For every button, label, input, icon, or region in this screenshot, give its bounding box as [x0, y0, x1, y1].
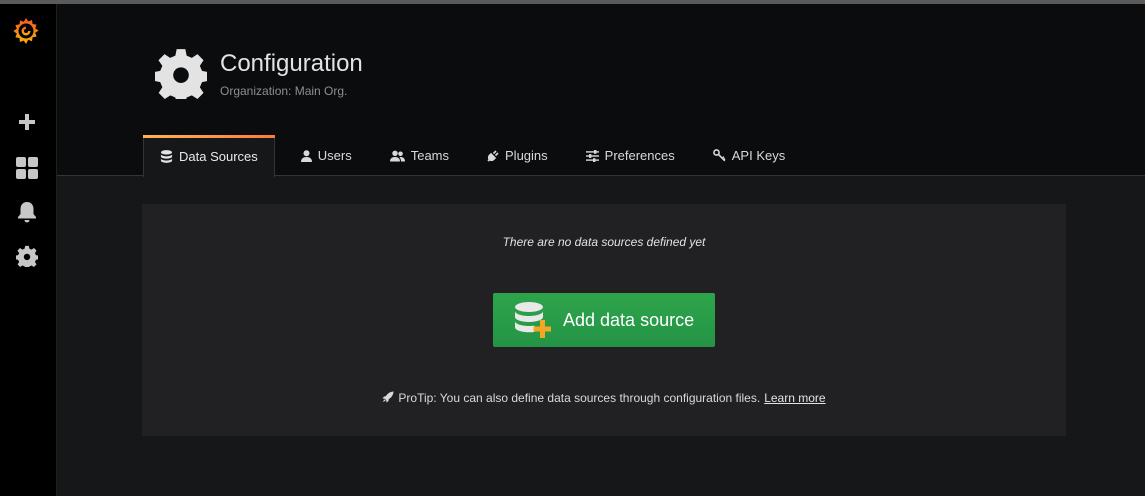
tab-bar: Data Sources Users Teams Plugins Prefere… [143, 135, 801, 177]
empty-state-message: There are no data sources defined yet [502, 235, 706, 249]
page-title: Configuration [220, 50, 363, 77]
protip: ProTip: You can also define data sources… [142, 391, 1066, 405]
tab-label: Teams [410, 148, 450, 163]
tab-teams[interactable]: Teams [368, 135, 465, 176]
tab-label: Plugins [505, 148, 548, 163]
add-data-source-label: Add data source [563, 309, 695, 330]
database-icon [160, 150, 173, 163]
grafana-logo-icon[interactable] [10, 15, 42, 47]
plus-icon[interactable] [15, 110, 39, 134]
tab-label: Users [317, 148, 352, 163]
tab-users[interactable]: Users [275, 135, 368, 176]
key-icon [712, 149, 726, 162]
tab-label: Preferences [604, 148, 675, 163]
tab-api-keys[interactable]: API Keys [691, 135, 801, 176]
sidebar [0, 4, 57, 496]
sliders-icon [585, 149, 599, 162]
tab-label: Data Sources [179, 149, 258, 164]
protip-text: ProTip: You can also define data sources… [398, 391, 761, 405]
learn-more-link[interactable]: Learn more [764, 391, 825, 405]
page-subtitle: Organization: Main Org. [220, 84, 348, 98]
dashboards-icon[interactable] [15, 156, 39, 180]
gear-icon[interactable] [15, 244, 39, 268]
add-data-source-button[interactable]: Add data source [493, 293, 715, 347]
users-icon [389, 150, 405, 161]
user-icon [300, 149, 312, 162]
tab-preferences[interactable]: Preferences [564, 135, 691, 176]
database-plus-icon [515, 302, 551, 338]
tab-plugins[interactable]: Plugins [465, 135, 564, 176]
bell-icon[interactable] [15, 200, 39, 224]
tab-data-sources[interactable]: Data Sources [143, 135, 275, 177]
rocket-icon [382, 391, 394, 403]
gear-icon [155, 49, 207, 99]
data-sources-empty-panel: There are no data sources defined yet Ad… [142, 204, 1066, 436]
plug-icon [487, 149, 499, 162]
tab-label: API Keys [731, 148, 786, 163]
